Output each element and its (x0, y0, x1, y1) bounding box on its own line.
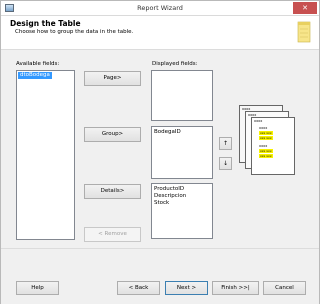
page-title: Design the Table (10, 19, 81, 28)
cancel-button[interactable]: Cancel (263, 281, 306, 295)
available-fields-label: Available fields: (16, 61, 60, 67)
finish-button[interactable]: Finish >>| (212, 281, 259, 295)
preview-highlight-row: xxx xxx (259, 131, 273, 135)
displayed-fields-label: Displayed fields: (152, 61, 198, 67)
layout-preview-graphic: xxxx xxxx xxxx xxxx xxx xxx xxx xxx xxxx… (239, 105, 299, 177)
wizard-header: Design the Table Choose how to group the… (1, 16, 319, 50)
preview-highlight-row: xxx xxx (259, 136, 273, 140)
arrow-down-icon: ↓ (222, 160, 229, 167)
details-button[interactable]: Details> (84, 184, 141, 199)
wizard-footer (1, 248, 319, 304)
wizard-notepad-icon (297, 21, 311, 43)
page-subtitle: Choose how to group the data in the tabl… (15, 29, 134, 35)
details-field-item[interactable]: Descripcion (152, 193, 212, 200)
preview-header-text: xxxx (248, 113, 257, 117)
preview-header-text: xxxx (242, 107, 251, 111)
help-button[interactable]: Help (16, 281, 59, 295)
details-field-item[interactable]: Stock (152, 200, 212, 207)
group-field-item[interactable]: BodegaID (152, 129, 212, 136)
back-button[interactable]: < Back (117, 281, 160, 295)
next-button[interactable]: Next > (165, 281, 208, 295)
details-fields-list[interactable]: ProductoID Descripcion Stock (151, 183, 213, 239)
preview-highlight-row: xxx xxx (259, 154, 273, 158)
close-button[interactable]: ✕ (293, 2, 317, 14)
available-fields-list[interactable]: dtoBodega (16, 70, 75, 240)
available-field-item[interactable]: dtoBodega (18, 72, 52, 79)
remove-button[interactable]: < Remove (84, 227, 141, 242)
preview-header-text: xxxx (259, 144, 268, 148)
move-up-button[interactable]: ↑ (219, 137, 232, 150)
details-field-item[interactable]: ProductoID (152, 186, 212, 193)
group-fields-list[interactable]: BodegaID (151, 126, 213, 179)
group-button[interactable]: Group> (84, 127, 141, 142)
page-button[interactable]: Page> (84, 71, 141, 86)
page-fields-list[interactable] (151, 70, 213, 121)
preview-highlight-row: xxx xxx (259, 149, 273, 153)
preview-page-front (251, 117, 295, 175)
move-down-button[interactable]: ↓ (219, 157, 232, 170)
report-wizard-window: Report Wizard ✕ Design the Table Choose … (0, 0, 320, 304)
window-title: Report Wizard (137, 4, 183, 12)
preview-header-text: xxxx (254, 119, 263, 123)
title-bar: Report Wizard ✕ (1, 1, 319, 16)
arrow-up-icon: ↑ (222, 140, 229, 147)
preview-header-text: xxxx (259, 126, 268, 130)
